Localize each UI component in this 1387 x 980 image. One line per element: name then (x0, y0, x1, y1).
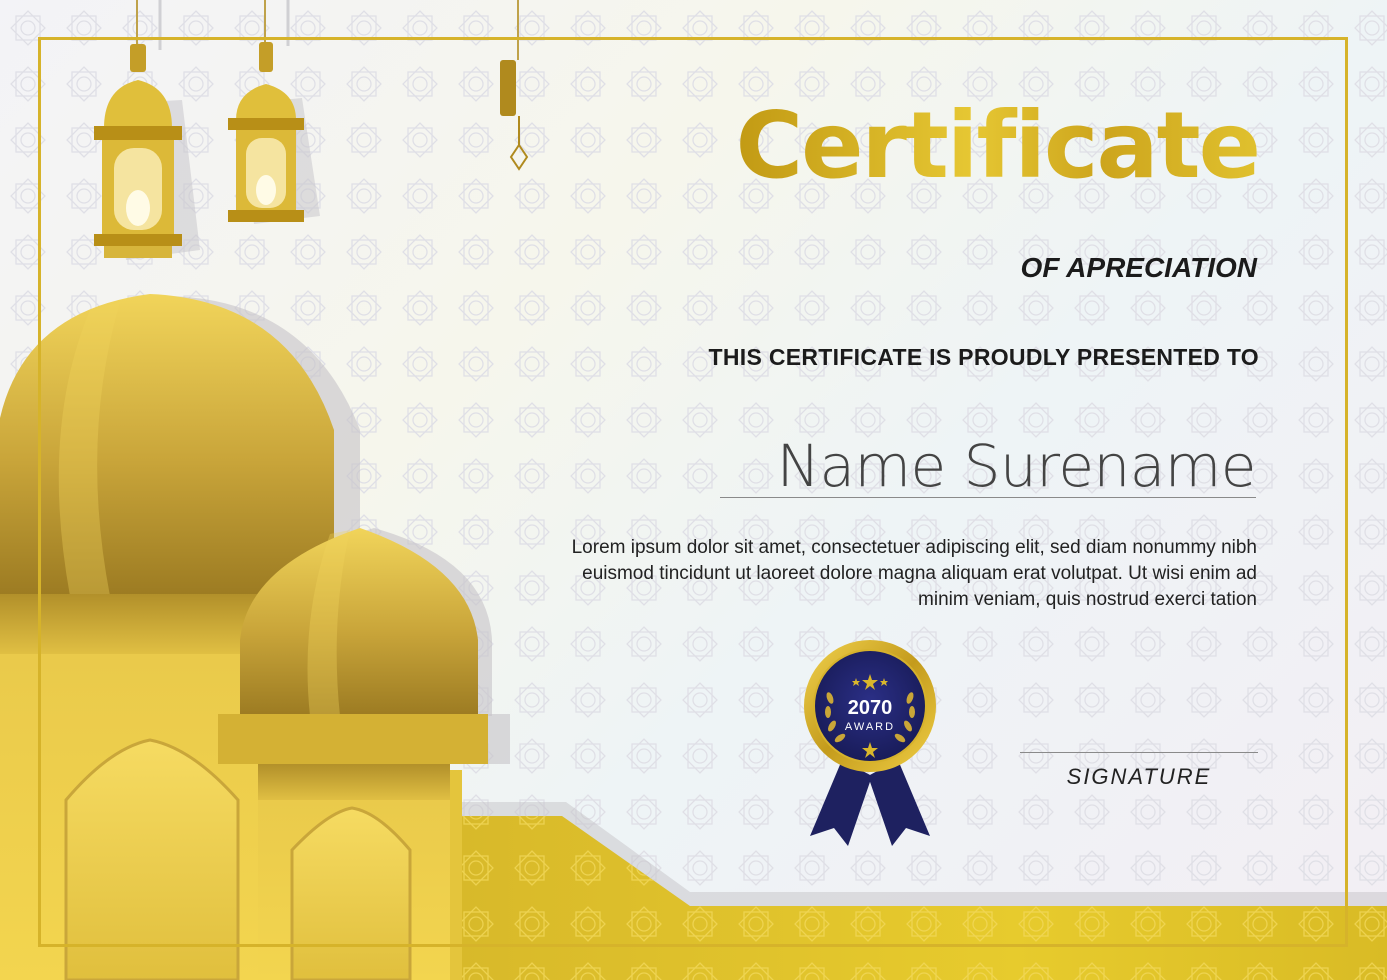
signature-label: SIGNATURE (1066, 764, 1212, 789)
badge-label: AWARD (845, 721, 895, 733)
signature-line (1020, 752, 1258, 753)
presented-to-line: THIS CERTIFICATE IS PROUDLY PRESENTED TO (708, 344, 1259, 370)
recipient-name: Name Surename (776, 432, 1257, 500)
badge-year: 2070 (848, 697, 893, 719)
certificate-body-text: Lorem ipsum dolor sit amet, consectetuer… (571, 537, 1257, 610)
certificate-subtitle: OF APRECIATION (1020, 252, 1257, 283)
certificate-canvas: Certificate OF APRECIATION THIS CERTIFIC… (0, 0, 1387, 980)
name-underline (720, 497, 1256, 498)
ribbon-icon (810, 760, 930, 846)
award-badge: 2070 AWARD (800, 636, 940, 846)
certificate-title: Certificate (735, 92, 1261, 199)
